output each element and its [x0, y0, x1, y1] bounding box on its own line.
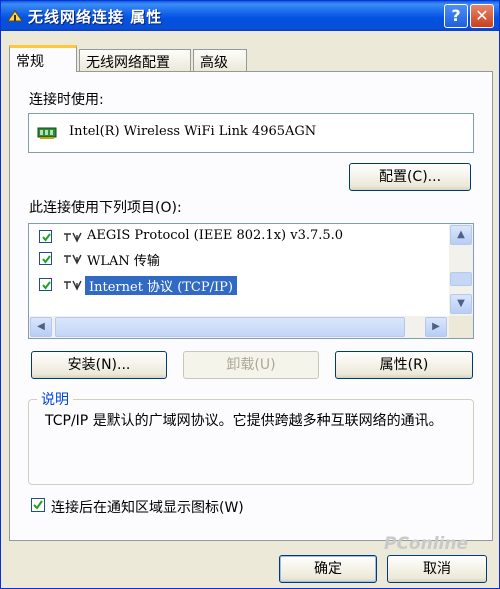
description-text: TCP/IP 是默认的广域网协议。它提供跨越多种互联网络的通讯。 [45, 413, 443, 429]
help-button[interactable]: ? [444, 4, 468, 28]
scroll-up-button[interactable]: ▲ [450, 225, 472, 245]
check-mark-icon [42, 233, 51, 242]
check-mark-icon [33, 500, 43, 510]
device-field: Intel(R) Wireless WiFi Link 4965AGN [28, 113, 474, 153]
network-adapter-icon [37, 127, 57, 139]
list-item-selected[interactable]: Internet 协议 (TCP/IP) [29, 274, 449, 296]
protocol-icon [64, 280, 82, 291]
items-label: 此连接使用下列项目(O): [29, 200, 182, 216]
window-title: 无线网络连接 属性 [28, 8, 163, 26]
list-item[interactable]: AEGIS Protocol (IEEE 802.1x) v3.7.5.0 [29, 226, 449, 248]
components-list[interactable]: AEGIS Protocol (IEEE 802.1x) v3.7.5.0 WL… [28, 223, 474, 339]
horizontal-scroll-thumb[interactable] [55, 317, 405, 337]
check-mark-icon [42, 281, 51, 290]
item-label: WLAN 传输 [87, 254, 160, 269]
properties-dialog: 无线网络连接 属性 ? ✕ 常规 无线网络配置 高级 连接时使用: Intel(… [0, 0, 500, 589]
properties-button[interactable]: 属性(R) [335, 351, 473, 379]
check-mark-icon [42, 255, 51, 264]
list-item[interactable]: WLAN 传输 [29, 248, 449, 270]
uninstall-button[interactable]: 卸载(U) [183, 351, 319, 379]
scroll-down-button[interactable]: ▼ [450, 294, 472, 314]
vertical-scrollbar[interactable]: ▲ ▼ [449, 224, 473, 316]
tab-wireless-networks[interactable]: 无线网络配置 [79, 49, 191, 71]
item-checkbox[interactable] [39, 230, 52, 243]
vertical-scroll-thumb[interactable] [450, 272, 472, 286]
protocol-icon [64, 254, 82, 265]
close-button[interactable]: ✕ [470, 4, 494, 28]
configure-button[interactable]: 配置(C)... [349, 163, 471, 191]
show-icon-label[interactable]: 连接后在通知区域显示图标(W) [51, 497, 244, 517]
item-checkbox[interactable] [39, 252, 52, 265]
scroll-right-button[interactable]: ▶ [425, 317, 447, 337]
tab-advanced[interactable]: 高级 [193, 49, 247, 71]
tab-general[interactable]: 常规 [9, 45, 77, 72]
install-button[interactable]: 安装(N)... [31, 351, 167, 379]
item-label: AEGIS Protocol (IEEE 802.1x) v3.7.5.0 [87, 228, 344, 243]
protocol-icon [64, 232, 82, 243]
horizontal-scrollbar[interactable]: ◀ ▶ [29, 316, 449, 338]
ok-button[interactable]: 确定 [279, 555, 377, 583]
watermark-logo: PConline [384, 534, 469, 554]
scrollbar-corner [449, 316, 473, 338]
show-icon-checkbox[interactable] [31, 498, 45, 512]
item-checkbox[interactable] [39, 278, 52, 291]
cancel-button[interactable]: 取消 [387, 555, 487, 583]
title-bar[interactable]: 无线网络连接 属性 ? ✕ [1, 1, 499, 31]
item-label: Internet 协议 (TCP/IP) [85, 276, 237, 295]
network-connection-icon [7, 10, 23, 22]
description-title: 说明 [37, 389, 73, 409]
connect-using-label: 连接时使用: [29, 92, 104, 108]
device-name: Intel(R) Wireless WiFi Link 4965AGN [69, 124, 317, 139]
scroll-left-button[interactable]: ◀ [30, 317, 52, 337]
